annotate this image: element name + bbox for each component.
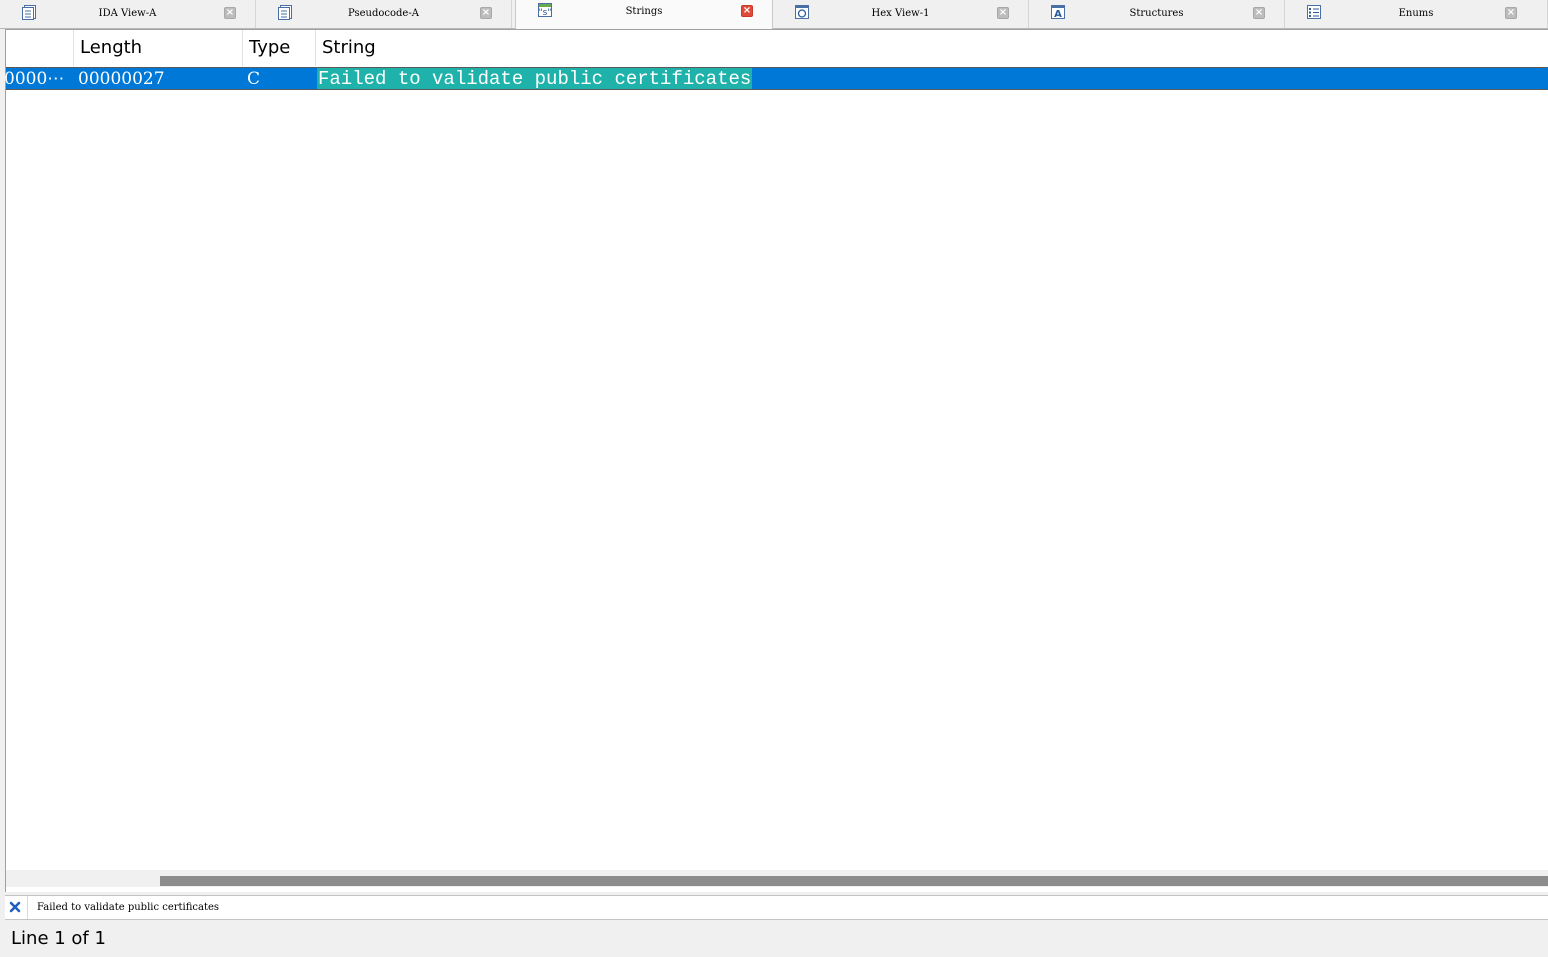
string-highlight: Failed to validate public certificates — [317, 68, 753, 89]
tab-bar: IDA View-A × Pseudocode-A × "s" Strings … — [0, 0, 1548, 29]
column-header-address[interactable] — [6, 30, 74, 66]
scrollbar-thumb[interactable] — [160, 876, 1548, 886]
svg-text:A: A — [1054, 9, 1062, 20]
cell-length: 00000027 — [78, 69, 165, 89]
tab-enums[interactable]: Enums × — [1285, 0, 1548, 28]
close-tab-icon[interactable]: × — [741, 5, 753, 17]
tab-label: Hex View-1 — [871, 8, 930, 19]
output-line: Failed to validate public certificates — [5, 895, 1548, 920]
close-x-icon[interactable] — [8, 900, 22, 914]
table-header: Length Type String — [6, 30, 1548, 66]
close-tab-icon[interactable]: × — [1505, 7, 1517, 19]
status-bar: Line 1 of 1 — [0, 922, 1548, 957]
pseudocode-icon — [278, 5, 292, 20]
strings-table: Length Type String 0000⋯ 00000027 C Fail… — [4, 29, 1548, 892]
close-tab-icon[interactable]: × — [224, 7, 236, 19]
close-tab-icon[interactable]: × — [1253, 7, 1265, 19]
tab-label: Strings — [625, 6, 663, 17]
tab-strings[interactable]: "s" Strings × — [515, 0, 773, 29]
hex-view-icon — [795, 5, 809, 19]
output-text: Failed to validate public certificates — [27, 896, 219, 919]
column-header-length[interactable]: Length — [74, 30, 243, 66]
line-status: Line 1 of 1 — [11, 928, 106, 949]
tab-label: Enums — [1398, 8, 1434, 19]
tab-hex-view-1[interactable]: Hex View-1 × — [773, 0, 1029, 28]
cell-string: Failed to validate public certificates — [317, 68, 1517, 89]
table-row[interactable]: 0000⋯ 00000027 C Failed to validate publ… — [4, 67, 1548, 90]
column-header-string[interactable]: String — [316, 30, 1548, 66]
structures-icon: A — [1051, 5, 1065, 20]
tab-label: Pseudocode-A — [348, 8, 419, 19]
cell-address: 0000⋯ — [4, 69, 65, 89]
ida-window: IDA View-A × Pseudocode-A × "s" Strings … — [0, 0, 1548, 957]
cell-type: C — [247, 69, 261, 89]
enums-icon — [1307, 5, 1321, 19]
tab-label: Structures — [1129, 8, 1184, 19]
tab-ida-view-a[interactable]: IDA View-A × — [0, 0, 256, 28]
column-header-type[interactable]: Type — [243, 30, 316, 66]
svg-text:"s": "s" — [539, 8, 552, 18]
strings-icon: "s" — [538, 3, 552, 18]
horizontal-scrollbar[interactable] — [6, 870, 1548, 887]
ida-view-icon — [22, 5, 36, 20]
tab-pseudocode-a[interactable]: Pseudocode-A × — [256, 0, 512, 28]
tab-label: IDA View-A — [98, 8, 157, 19]
close-tab-icon[interactable]: × — [997, 7, 1009, 19]
close-tab-icon[interactable]: × — [480, 7, 492, 19]
tab-structures[interactable]: A Structures × — [1029, 0, 1285, 28]
